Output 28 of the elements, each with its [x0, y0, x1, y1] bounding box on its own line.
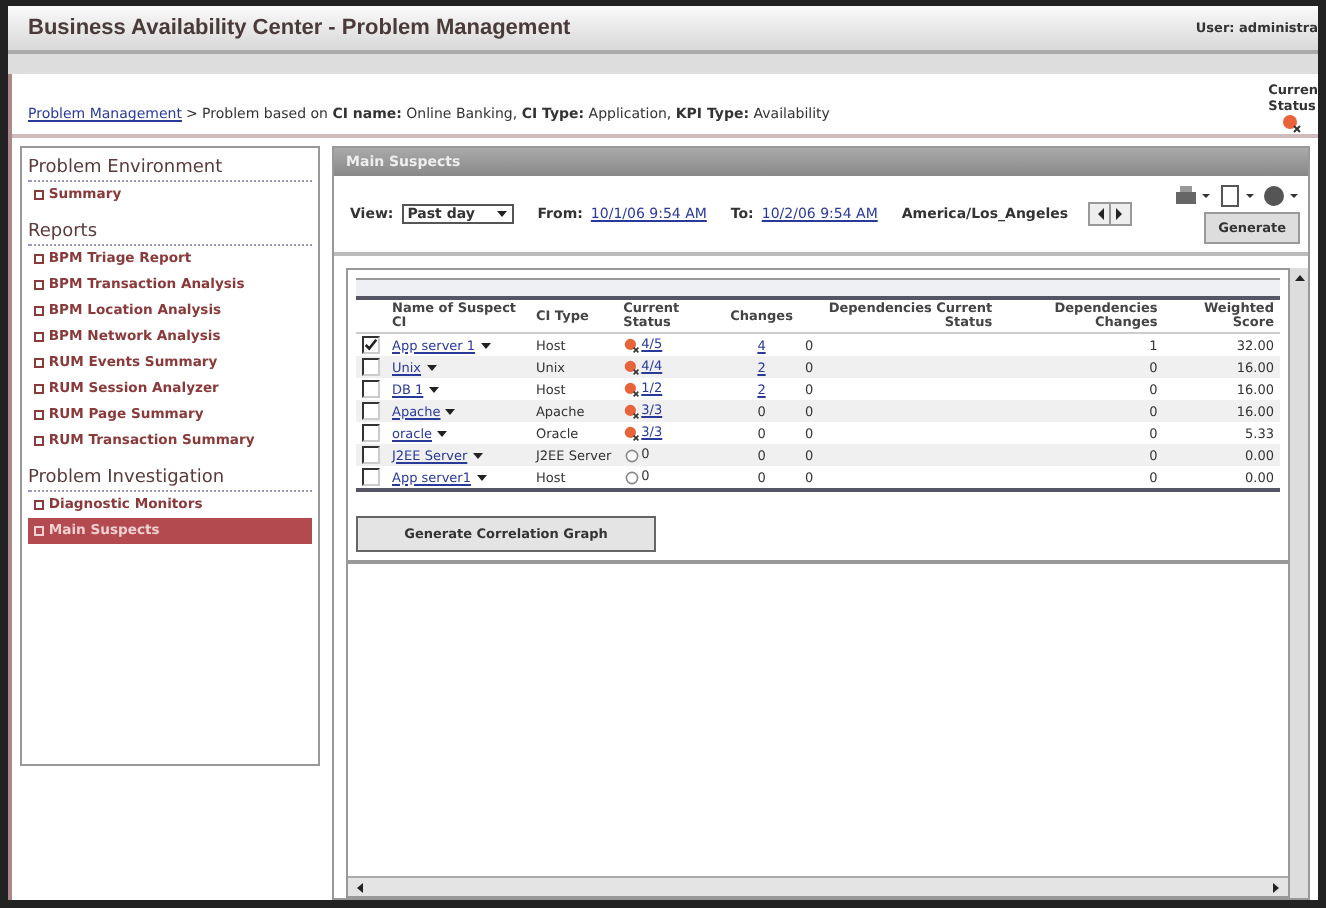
- status-icon: [623, 359, 640, 376]
- vertical-scrollbar[interactable]: [1290, 268, 1308, 898]
- window-title: Business Availability Center - Problem Management: [28, 16, 571, 40]
- checkbox[interactable]: [362, 380, 380, 398]
- prev-next-icon[interactable]: [1088, 202, 1133, 226]
- scroll-up-icon[interactable]: [1293, 272, 1305, 284]
- help-icon[interactable]: [1260, 184, 1300, 208]
- status-icon: [1282, 114, 1303, 134]
- status-icon: [623, 381, 640, 398]
- dropdown-icon[interactable]: [479, 339, 492, 352]
- section-heading: Problem Environment: [28, 152, 312, 182]
- checkbox[interactable]: [362, 424, 380, 442]
- checkbox[interactable]: [362, 358, 380, 376]
- checkbox[interactable]: [362, 468, 380, 486]
- caret-icon: [495, 208, 508, 220]
- printer-icon[interactable]: [1172, 184, 1212, 208]
- scroll-right-icon[interactable]: [1270, 881, 1282, 893]
- status-icon: [623, 425, 640, 442]
- horizontal-scrollbar[interactable]: [348, 876, 1288, 896]
- section-heading: Problem Investigation: [28, 462, 312, 492]
- page-icon[interactable]: [1216, 184, 1256, 208]
- scroll-left-icon[interactable]: [354, 881, 366, 893]
- checkbox[interactable]: [362, 446, 380, 464]
- checkbox[interactable]: [362, 402, 380, 420]
- section-heading: Reports: [28, 216, 312, 246]
- status-icon: [623, 337, 640, 354]
- status-icon: [623, 403, 640, 420]
- checkbox[interactable]: [362, 336, 380, 354]
